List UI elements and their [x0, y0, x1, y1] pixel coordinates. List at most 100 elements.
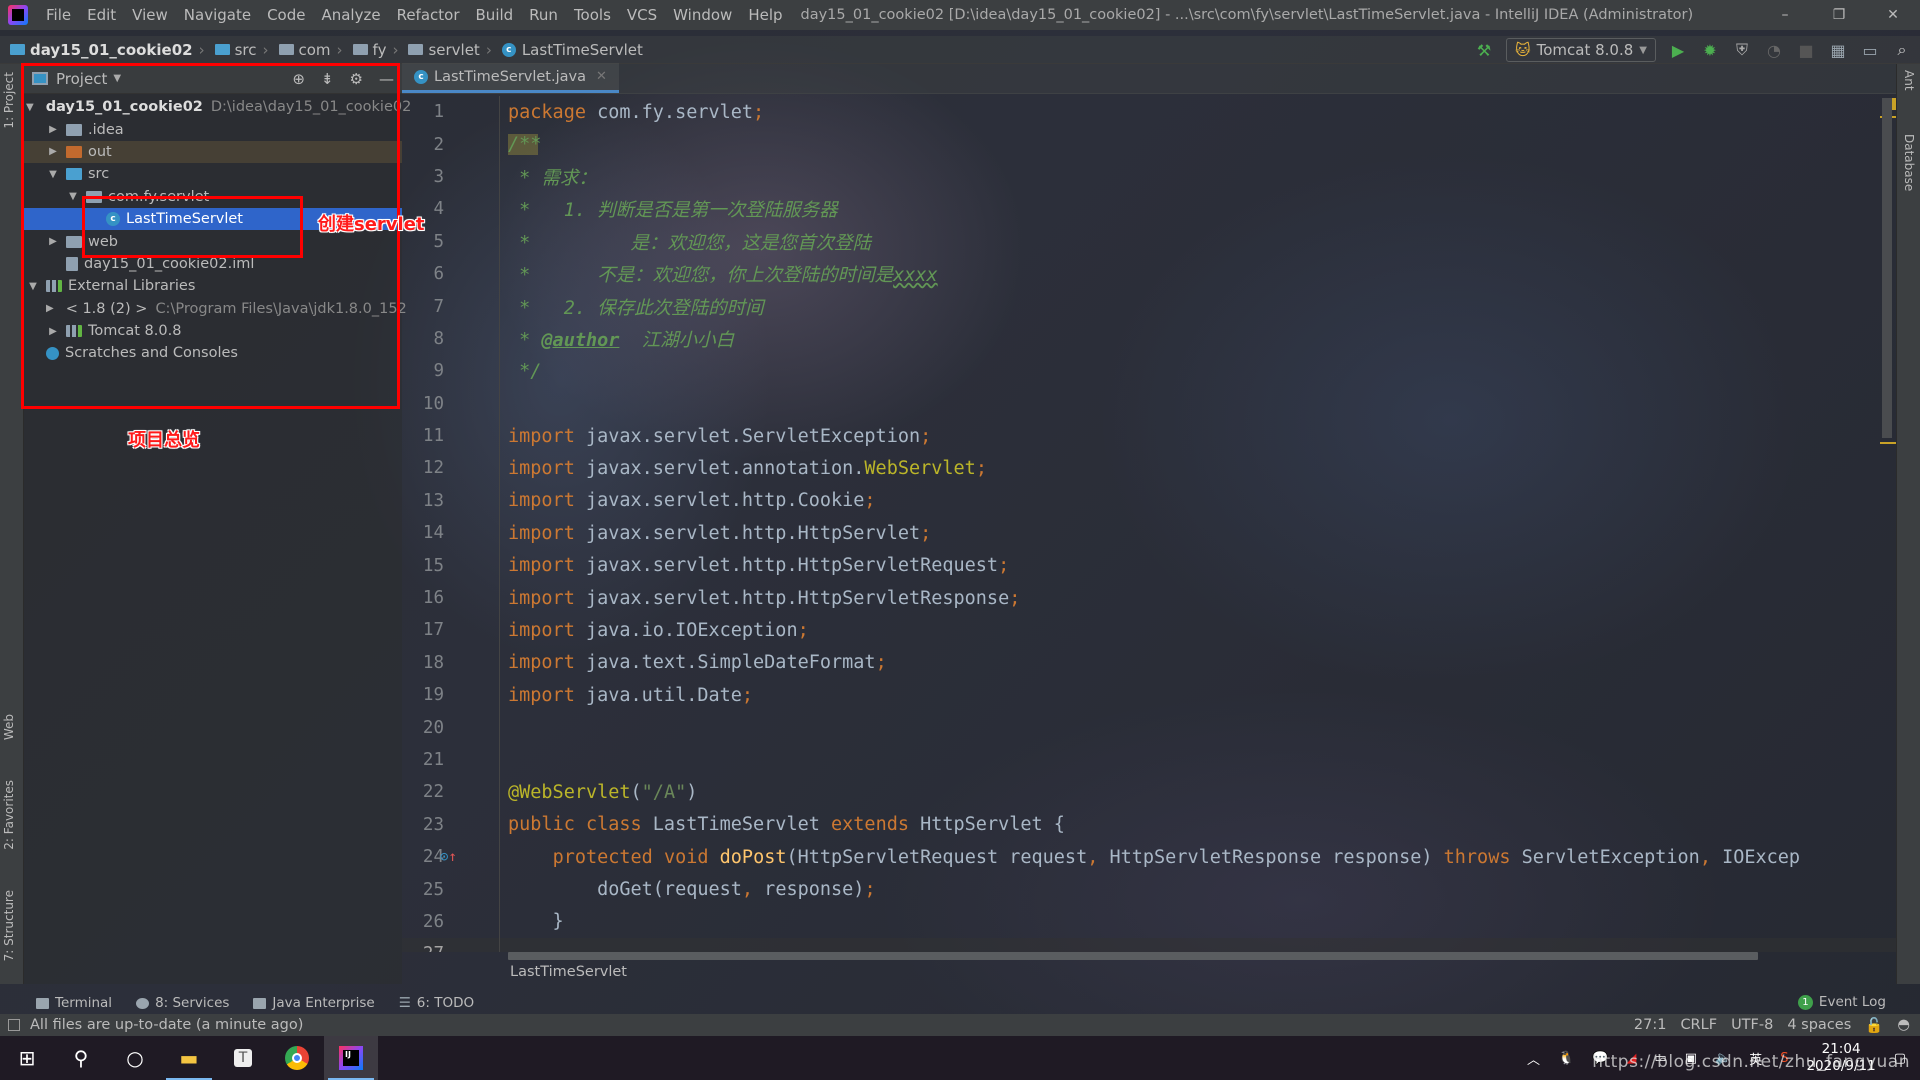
menu-run[interactable]: Run: [521, 6, 566, 24]
code-line: 4 * 1. 判断是否是第一次登陆服务器: [402, 193, 1896, 225]
breadcrumb-project[interactable]: day15_01_cookie02 ›: [10, 41, 205, 59]
menu-vcs[interactable]: VCS: [619, 6, 665, 24]
gear-icon[interactable]: ⚙: [350, 70, 363, 88]
tree-item-jdk[interactable]: ▶ < 1.8 (2) > C:\Program Files\Java\jdk1.…: [24, 298, 407, 320]
code-area[interactable]: 1 package com.fy.servlet; 2/** 3 * 需求： 4 …: [402, 96, 1896, 952]
expand-arrow-icon[interactable]: ▼: [46, 169, 60, 180]
file-explorer-icon[interactable]: ▬: [162, 1036, 216, 1080]
file-encoding[interactable]: UTF-8: [1731, 1017, 1773, 1033]
menu-refactor[interactable]: Refactor: [389, 6, 468, 24]
project-view-selector[interactable]: Project: [56, 70, 107, 88]
tree-item-package[interactable]: ▼ com.fy.servlet: [24, 186, 402, 208]
run-configuration-select[interactable]: 🐱 Tomcat 8.0.8 ▼: [1505, 38, 1656, 62]
error-stripe-marker[interactable]: [1880, 442, 1896, 444]
tree-item-project-root[interactable]: ▼ day15_01_cookie02 D:\idea\day15_01_cook…: [24, 96, 411, 118]
cortana-icon[interactable]: ○: [108, 1036, 162, 1080]
close-button[interactable]: ✕: [1866, 0, 1920, 30]
tree-item-scratches[interactable]: Scratches and Consoles: [24, 342, 402, 364]
editor-tab-lasttimeservlet[interactable]: c LastTimeServlet.java ✕: [402, 63, 619, 93]
chrome-icon[interactable]: [270, 1036, 324, 1080]
line-number: 20: [422, 717, 444, 738]
inspector-icon[interactable]: ◓: [1897, 1017, 1910, 1033]
tool-tab-todo[interactable]: ☰ 6: TODO: [399, 995, 474, 1011]
stop-icon[interactable]: ■: [1796, 40, 1816, 60]
tree-item-idea[interactable]: ▶ .idea: [24, 118, 402, 140]
menu-build[interactable]: Build: [468, 6, 522, 24]
locate-file-icon[interactable]: ⊕: [292, 70, 305, 88]
collapsed-arrow-icon[interactable]: ▶: [46, 303, 54, 314]
tool-tab-services[interactable]: 8: Services: [136, 995, 229, 1011]
indent-setting[interactable]: 4 spaces: [1787, 1017, 1851, 1033]
horizontal-scrollbar[interactable]: [508, 952, 1758, 960]
menu-help[interactable]: Help: [740, 6, 790, 24]
hide-panel-icon[interactable]: —: [379, 70, 394, 88]
code-text: import java.util.Date;: [444, 685, 753, 706]
menu-file[interactable]: File: [38, 6, 79, 24]
expand-arrow-icon[interactable]: ▼: [26, 281, 40, 292]
tool-tab-favorites[interactable]: 2: Favorites: [2, 780, 16, 850]
breadcrumb-class[interactable]: c LastTimeServlet: [501, 41, 643, 59]
menu-edit[interactable]: Edit: [79, 6, 124, 24]
tool-tab-web[interactable]: Web: [2, 714, 16, 740]
search-icon[interactable]: ⚲: [54, 1036, 108, 1080]
breadcrumb-com[interactable]: com ›: [278, 41, 343, 59]
expand-arrow-icon[interactable]: ▼: [66, 191, 80, 202]
menu-tools[interactable]: Tools: [566, 6, 619, 24]
menu-view[interactable]: View: [124, 6, 176, 24]
collapsed-arrow-icon[interactable]: ▶: [46, 146, 60, 157]
unlock-icon[interactable]: 🔓: [1865, 1017, 1883, 1034]
collapse-all-icon[interactable]: ⇟: [321, 70, 334, 88]
dropdown-arrow-icon[interactable]: ▼: [113, 73, 121, 84]
menu-window[interactable]: Window: [665, 6, 740, 24]
tree-item-out[interactable]: ▶ out: [24, 140, 402, 164]
debug-icon[interactable]: ✹: [1700, 40, 1720, 60]
tool-tab-structure[interactable]: 7: Structure: [2, 890, 16, 961]
tool-tab-database[interactable]: Database: [1902, 134, 1916, 191]
run-icon[interactable]: ▶: [1668, 40, 1688, 60]
editor-breadcrumb[interactable]: LastTimeServlet: [510, 964, 627, 980]
show-hidden-icons-chevron-up-icon[interactable]: ︿: [1527, 1049, 1540, 1068]
start-button-windows-icon[interactable]: ⊞: [0, 1036, 54, 1080]
tool-tab-ant[interactable]: Ant: [1902, 70, 1916, 91]
breadcrumb-src[interactable]: src ›: [214, 41, 269, 59]
tool-tab-java-enterprise[interactable]: Java Enterprise: [253, 995, 375, 1011]
toggle-tool-windows-icon[interactable]: [8, 1019, 20, 1031]
coverage-icon[interactable]: ⛨: [1732, 40, 1752, 60]
terminal-window-icon[interactable]: ▭: [1860, 40, 1880, 60]
menu-navigate[interactable]: Navigate: [176, 6, 259, 24]
typora-icon[interactable]: T: [216, 1036, 270, 1080]
menu-analyze[interactable]: Analyze: [313, 6, 388, 24]
project-structure-icon[interactable]: ▦: [1828, 40, 1848, 60]
tree-item-external-libraries[interactable]: ▼ External Libraries: [24, 275, 402, 297]
collapsed-arrow-icon[interactable]: ▶: [46, 326, 60, 337]
restore-button[interactable]: ❐: [1812, 0, 1866, 30]
minimize-button[interactable]: –: [1758, 0, 1812, 30]
tool-tab-terminal[interactable]: Terminal: [36, 995, 112, 1011]
tree-item-tomcat[interactable]: ▶ Tomcat 8.0.8: [24, 320, 402, 342]
tool-tab-project[interactable]: 1: Project: [2, 72, 16, 129]
vertical-scrollbar[interactable]: [1882, 98, 1892, 438]
override-gutter-icon[interactable]: ⊙↑: [440, 849, 457, 865]
main-toolbar: ⚒ 🐱 Tomcat 8.0.8 ▼ ▶ ✹ ⛨ ◔ ■ ▦ ▭ ⌕: [1474, 36, 1920, 64]
tree-item-label: day15_01_cookie02: [45, 99, 203, 116]
line-separator[interactable]: CRLF: [1680, 1017, 1717, 1033]
profile-icon[interactable]: ◔: [1764, 40, 1784, 60]
expand-arrow-icon[interactable]: ▼: [26, 102, 34, 113]
close-tab-icon[interactable]: ✕: [596, 69, 607, 84]
build-hammer-icon[interactable]: ⚒: [1474, 40, 1494, 60]
project-panel: Project ▼ ⊕ ⇟ ⚙ — ▼ day15_01_cookie02 D:\…: [24, 64, 411, 984]
tree-item-iml[interactable]: day15_01_cookie02.iml: [24, 253, 402, 275]
code-text: import javax.servlet.ServletException;: [444, 426, 931, 447]
search-everywhere-icon[interactable]: ⌕: [1892, 40, 1912, 60]
collapsed-arrow-icon[interactable]: ▶: [46, 236, 60, 247]
collapsed-arrow-icon[interactable]: ▶: [46, 124, 60, 135]
code-line: 26 }: [402, 906, 1896, 938]
qq-icon[interactable]: 🐧: [1558, 1051, 1574, 1066]
caret-position[interactable]: 27:1: [1634, 1017, 1667, 1033]
event-log-button[interactable]: 1 Event Log: [1797, 994, 1886, 1010]
menu-code[interactable]: Code: [259, 6, 313, 24]
intellij-taskbar-icon[interactable]: IJ: [324, 1036, 378, 1080]
breadcrumb-servlet[interactable]: servlet ›: [408, 41, 492, 59]
tree-item-src[interactable]: ▼ src: [24, 163, 402, 185]
breadcrumb-fy[interactable]: fy ›: [352, 41, 398, 59]
